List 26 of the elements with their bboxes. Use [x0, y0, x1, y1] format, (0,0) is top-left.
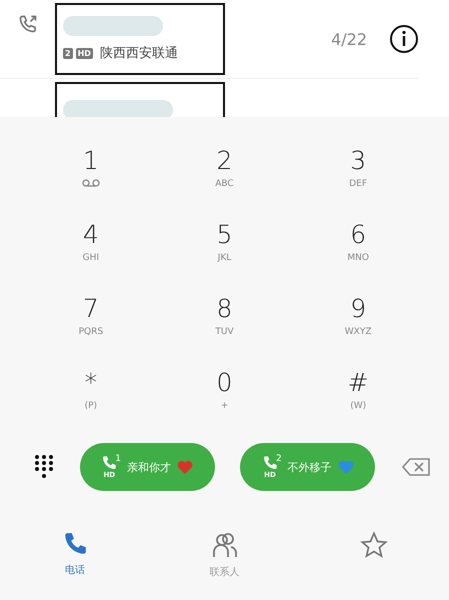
dial-key[interactable]: 9 WXYZ — [318, 295, 398, 347]
dial-key[interactable]: * (P) — [50, 369, 131, 421]
contacts-icon — [210, 531, 238, 559]
phone-icon — [101, 455, 118, 471]
voicemail-icon — [82, 179, 100, 187]
info-icon[interactable] — [389, 24, 419, 54]
dial-key[interactable]: 0 + — [184, 369, 264, 421]
call-date: 4/22 — [331, 30, 367, 48]
dial-key[interactable]: 1 — [50, 147, 131, 199]
sim-badge: 2 — [63, 48, 73, 58]
outgoing-call-icon — [18, 14, 38, 34]
dial-key[interactable]: 6 MNO — [318, 221, 398, 273]
dial-key[interactable]: 8 TUV — [184, 295, 264, 347]
dial-key[interactable]: 7 PQRS — [50, 295, 131, 347]
backspace-icon[interactable] — [400, 457, 431, 477]
tab[interactable]: 电话 — [0, 530, 150, 592]
dial-key[interactable]: 2 ABC — [184, 147, 264, 199]
dial-key[interactable]: # (W) — [318, 369, 398, 421]
call-location: 陕西西安联通 — [100, 45, 178, 62]
phone-icon — [262, 455, 278, 471]
dial-key[interactable]: 4 GHI — [50, 221, 131, 273]
hd-badge: HD — [76, 48, 93, 58]
keypad-icon[interactable] — [34, 454, 54, 480]
dial-key[interactable]: 3 DEF — [318, 147, 398, 199]
dial-key[interactable]: 5 JKL — [184, 221, 264, 273]
star-icon — [360, 531, 388, 559]
